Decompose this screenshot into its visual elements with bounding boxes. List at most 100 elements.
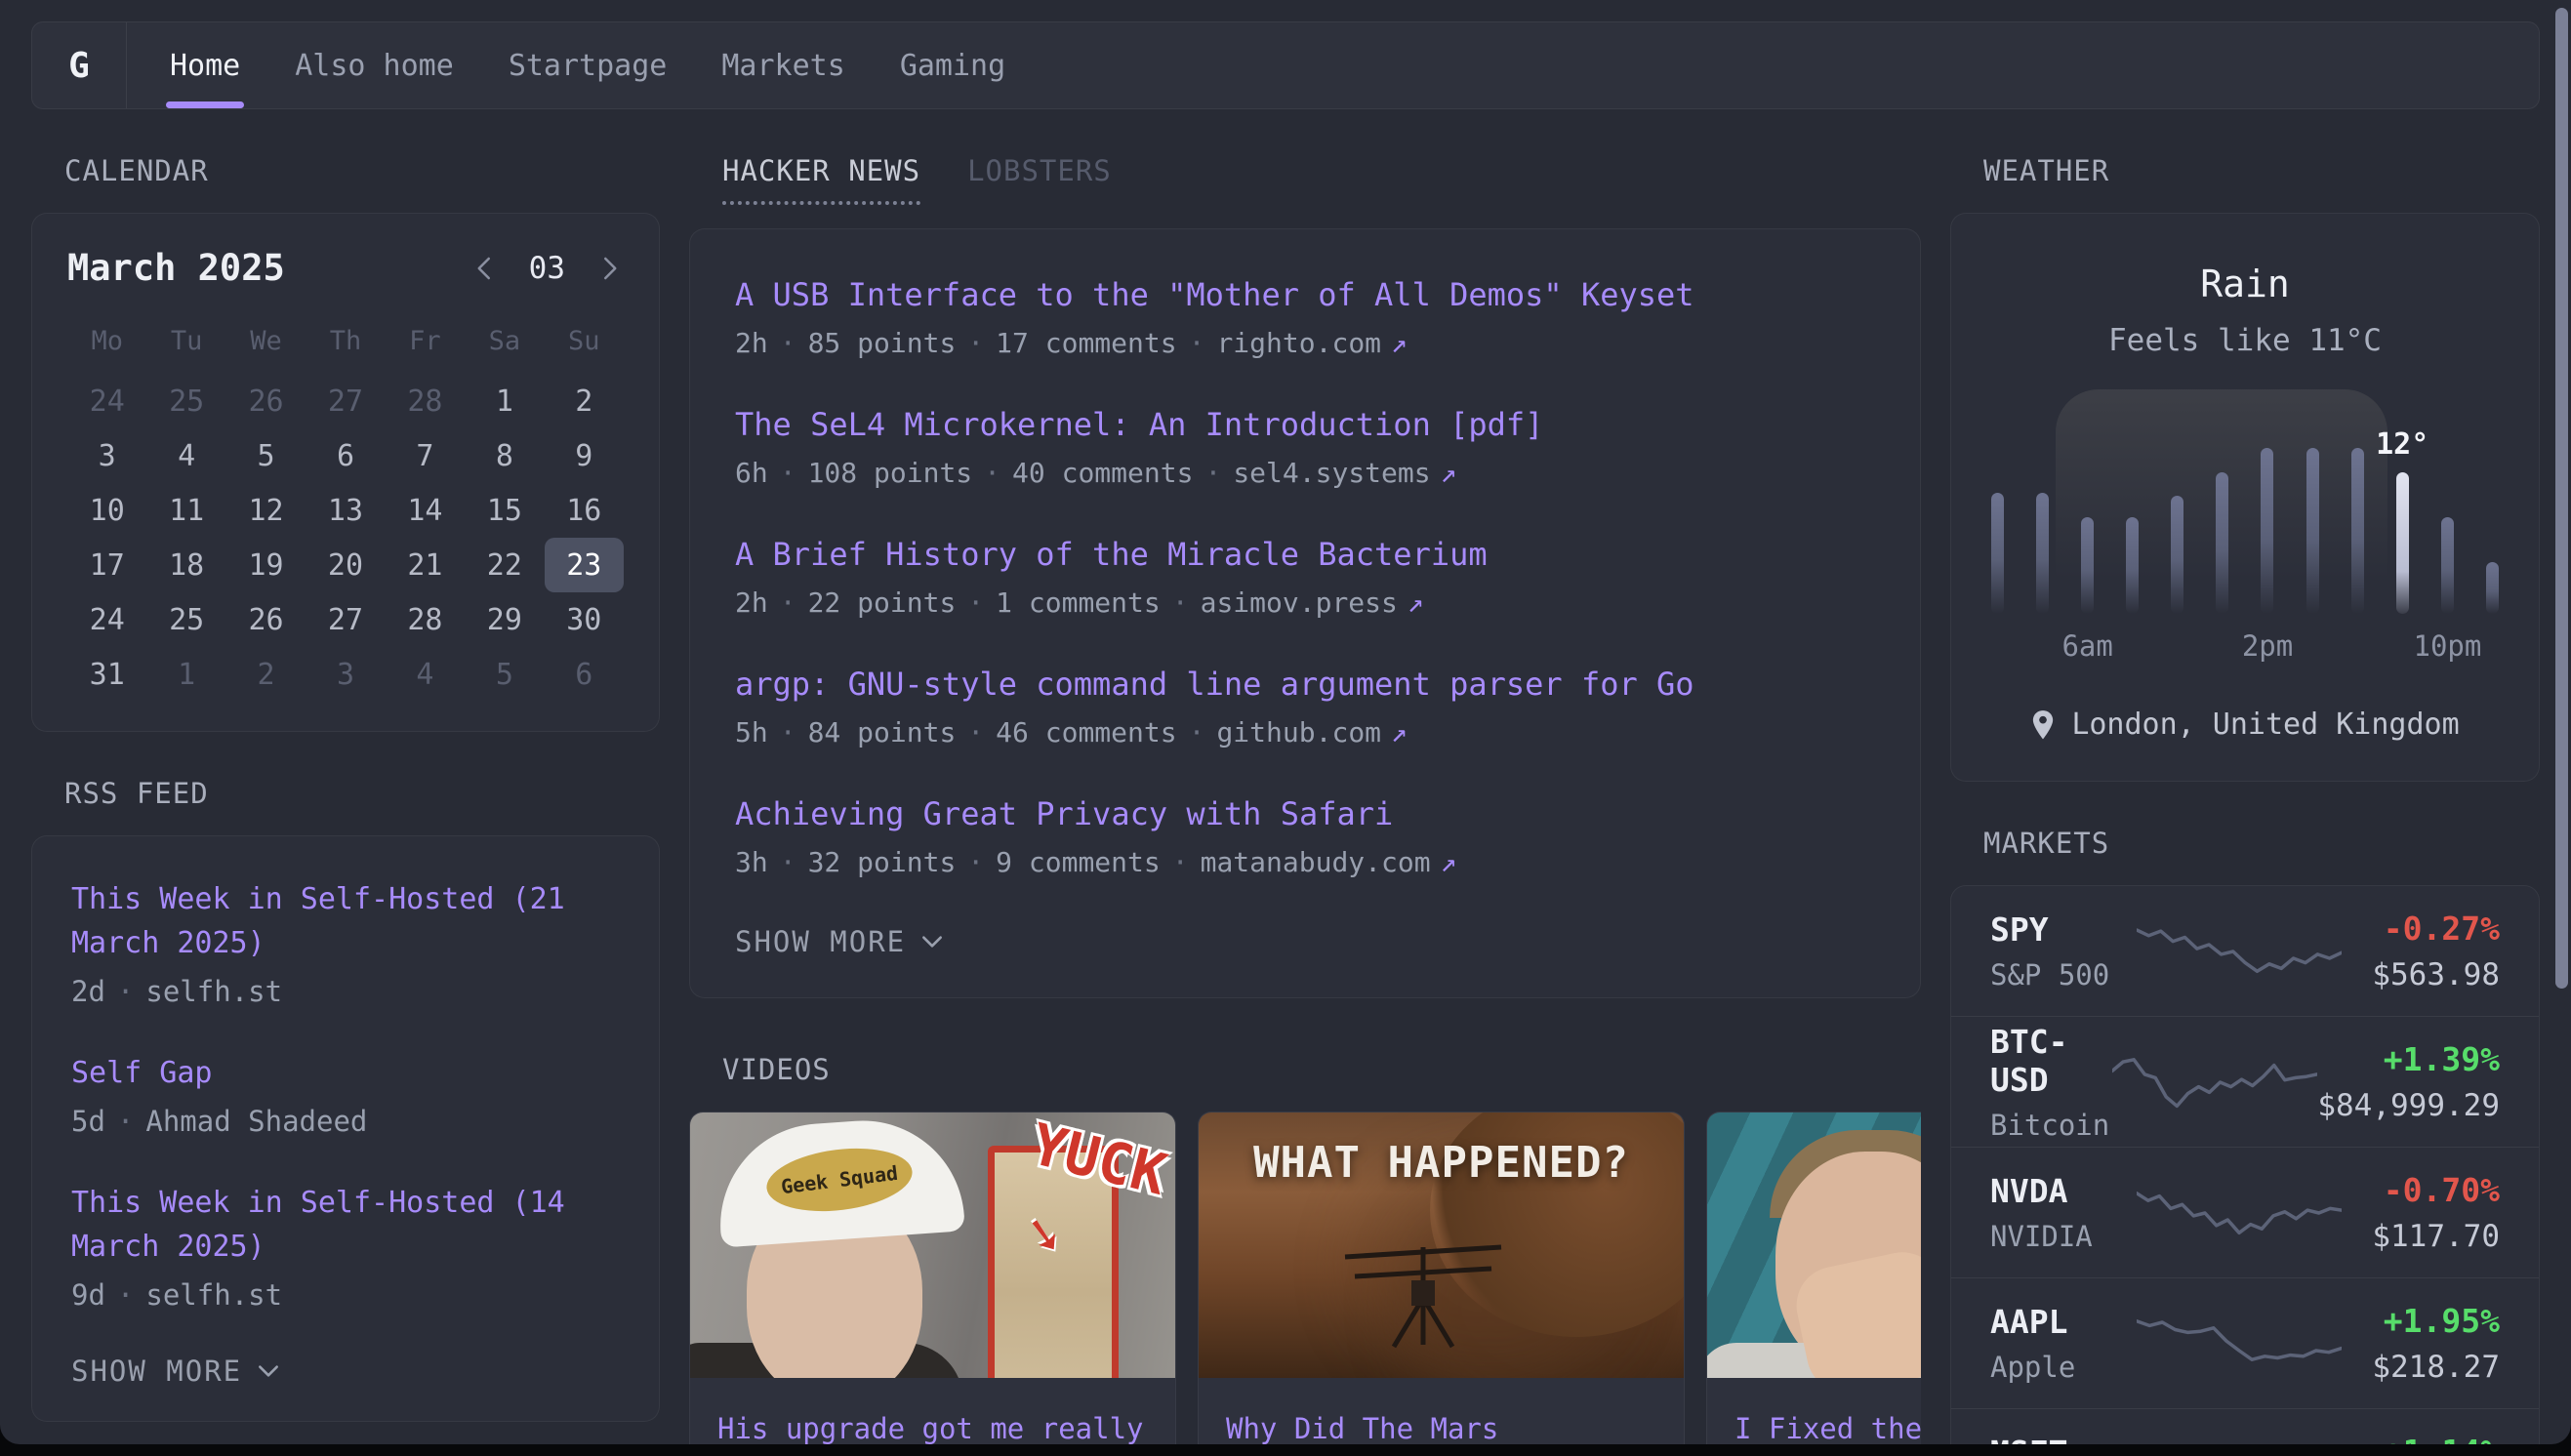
calendar-day[interactable]: 6 — [545, 647, 624, 702]
market-row-aapl[interactable]: AAPL Apple +1.95% $218.27 — [1951, 1277, 2539, 1408]
calendar-day-selected[interactable]: 23 — [545, 538, 624, 592]
calendar-day[interactable]: 5 — [465, 647, 544, 702]
video-title-link[interactable]: I Fixed the 5 Power Connect — [1734, 1407, 1921, 1444]
nav-tab-markets[interactable]: Markets — [721, 22, 844, 108]
news-item-source-link[interactable]: righto.com — [1216, 327, 1381, 359]
calendar-day[interactable]: 1 — [465, 374, 544, 428]
weather-bar — [2081, 517, 2094, 614]
calendar-day[interactable]: 9 — [545, 428, 624, 483]
calendar-day[interactable]: 8 — [465, 428, 544, 483]
calendar-day[interactable]: 3 — [306, 647, 385, 702]
calendar-day[interactable]: 28 — [386, 592, 465, 647]
video-title-link[interactable]: His upgrade got me really dirty - AMD $5… — [717, 1407, 1148, 1444]
calendar-day[interactable]: 16 — [545, 483, 624, 538]
rss-item-title-link[interactable]: Self Gap — [71, 1051, 620, 1095]
video-card[interactable]: DO TH T I Fixed the 5 Power Connect 3d·L… — [1706, 1112, 1921, 1444]
rss-show-more-button[interactable]: SHOW MORE — [71, 1355, 620, 1388]
market-labels: BTC-USD Bitcoin — [1990, 1023, 2112, 1142]
calendar-day[interactable]: 18 — [146, 538, 225, 592]
calendar-day[interactable]: 29 — [465, 592, 544, 647]
calendar-day[interactable]: 24 — [67, 592, 146, 647]
calendar-day[interactable]: 5 — [226, 428, 306, 483]
market-sparkline — [2112, 1048, 2317, 1116]
news-item-title-link[interactable]: The SeL4 Microkernel: An Introduction [p… — [735, 406, 1875, 443]
news-item-source-link[interactable]: matanabudy.com — [1201, 846, 1431, 878]
news-item-meta: 6h·108 points·40 comments·sel4.systems↗ — [735, 457, 1875, 489]
nav-tab-home[interactable]: Home — [170, 22, 240, 108]
market-change: +1.95% — [2342, 1302, 2500, 1340]
calendar-day[interactable]: 27 — [306, 592, 385, 647]
calendar-day[interactable]: 21 — [386, 538, 465, 592]
calendar-day[interactable]: 25 — [146, 592, 225, 647]
calendar-day[interactable]: 25 — [146, 374, 225, 428]
app-logo[interactable]: G — [32, 22, 127, 108]
calendar-card: March 2025 03 MoTuWeThFrSaSu 24252627281… — [31, 213, 660, 732]
dot-separator: · — [1189, 716, 1205, 748]
video-card[interactable]: WHAT HAPPENED? Why Did The — [1198, 1112, 1685, 1444]
video-thumbnail[interactable]: DO TH T — [1707, 1112, 1921, 1378]
rss-item-title-link[interactable]: This Week in Self-Hosted (14 March 2025) — [71, 1181, 620, 1269]
calendar-day[interactable]: 6 — [306, 428, 385, 483]
calendar-day[interactable]: 3 — [67, 428, 146, 483]
calendar-day[interactable]: 26 — [226, 374, 306, 428]
nav-tab-also-home[interactable]: Also home — [295, 22, 454, 108]
news-show-more-button[interactable]: SHOW MORE — [735, 925, 1875, 958]
news-item-title-link[interactable]: A Brief History of the Miracle Bacterium — [735, 536, 1875, 573]
rss-item: Self Gap 5d·Ahmad Shadeed — [71, 1051, 620, 1138]
news-item-source-link[interactable]: sel4.systems — [1233, 457, 1430, 489]
calendar-day[interactable]: 7 — [386, 428, 465, 483]
dot-separator: · — [780, 457, 796, 489]
calendar-day[interactable]: 30 — [545, 592, 624, 647]
market-row-nvda[interactable]: NVDA NVIDIA -0.70% $117.70 — [1951, 1147, 2539, 1277]
calendar-day[interactable]: 10 — [67, 483, 146, 538]
calendar-day[interactable]: 2 — [545, 374, 624, 428]
calendar-controls: 03 — [470, 251, 624, 286]
calendar-day[interactable]: 26 — [226, 592, 306, 647]
calendar-day[interactable]: 31 — [67, 647, 146, 702]
calendar-day[interactable]: 17 — [67, 538, 146, 592]
news-item-title-link[interactable]: A USB Interface to the "Mother of All De… — [735, 276, 1875, 313]
calendar-day[interactable]: 4 — [146, 428, 225, 483]
video-thumbnail[interactable]: Geek Squad YUCK ➘ — [690, 1112, 1175, 1378]
nav-tab-startpage[interactable]: Startpage — [509, 22, 668, 108]
weather-bar — [2306, 448, 2319, 614]
market-sparkline — [2137, 917, 2342, 986]
location-pin-icon — [2030, 709, 2056, 741]
news-item-source-link[interactable]: github.com — [1216, 716, 1381, 748]
calendar-day[interactable]: 11 — [146, 483, 225, 538]
video-card[interactable]: Geek Squad YUCK ➘ His upgrade got me rea… — [689, 1112, 1176, 1444]
market-row-spy[interactable]: SPY S&P 500 -0.27% $563.98 — [1951, 886, 2539, 1016]
news-item-meta: 2h·85 points·17 comments·righto.com↗ — [735, 327, 1875, 359]
calendar-next-icon[interactable] — [594, 252, 624, 285]
news-item-source-link[interactable]: asimov.press — [1201, 586, 1398, 619]
calendar-weekday-label: Fr — [386, 316, 465, 374]
news-item-age: 2h — [735, 327, 768, 359]
video-title-link[interactable]: Why Did The Mars Helicopter Disappear? — [1226, 1407, 1656, 1444]
calendar-day[interactable]: 12 — [226, 483, 306, 538]
market-row-msft[interactable]: MSFT Microsoft +1.14% $391.26 — [1951, 1408, 2539, 1444]
news-item-title-link[interactable]: argp: GNU-style command line argument pa… — [735, 666, 1875, 703]
news-item: The SeL4 Microkernel: An Introduction [p… — [735, 406, 1875, 489]
calendar-day[interactable]: 14 — [386, 483, 465, 538]
news-item-title-link[interactable]: Achieving Great Privacy with Safari — [735, 795, 1875, 832]
calendar-day[interactable]: 22 — [465, 538, 544, 592]
calendar-day[interactable]: 24 — [67, 374, 146, 428]
calendar-day[interactable]: 28 — [386, 374, 465, 428]
tab-lobsters[interactable]: LOBSTERS — [967, 154, 1112, 205]
calendar-day[interactable]: 27 — [306, 374, 385, 428]
calendar-day[interactable]: 1 — [146, 647, 225, 702]
nav-tab-gaming[interactable]: Gaming — [900, 22, 1005, 108]
tab-hacker-news[interactable]: HACKER NEWS — [722, 154, 920, 205]
calendar-day[interactable]: 19 — [226, 538, 306, 592]
rss-heading: RSS FEED — [64, 777, 660, 810]
calendar-prev-icon[interactable] — [470, 252, 500, 285]
scrollbar[interactable] — [2555, 8, 2568, 989]
market-row-btc[interactable]: BTC-USD Bitcoin +1.39% $84,999.29 — [1951, 1016, 2539, 1147]
video-thumbnail[interactable]: WHAT HAPPENED? — [1199, 1112, 1684, 1378]
calendar-day[interactable]: 15 — [465, 483, 544, 538]
calendar-day[interactable]: 13 — [306, 483, 385, 538]
calendar-day[interactable]: 4 — [386, 647, 465, 702]
calendar-day[interactable]: 20 — [306, 538, 385, 592]
rss-item-title-link[interactable]: This Week in Self-Hosted (21 March 2025) — [71, 877, 620, 965]
calendar-day[interactable]: 2 — [226, 647, 306, 702]
